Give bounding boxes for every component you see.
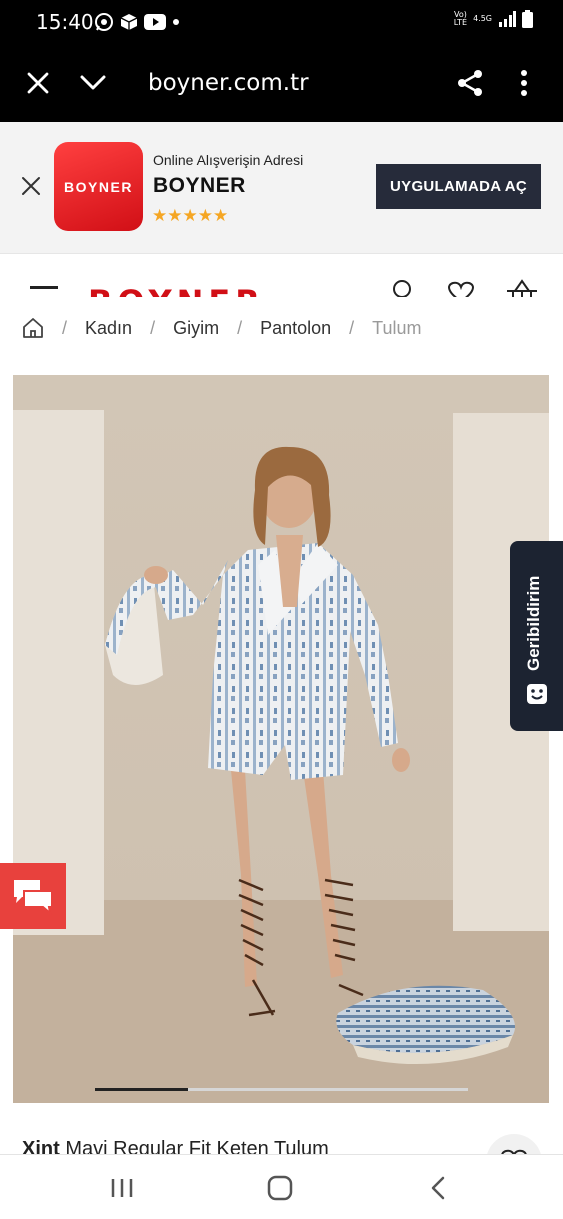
system-icons: Vo) LTE 4.5G [454, 10, 533, 28]
url-text[interactable]: boyner.com.tr [148, 70, 309, 96]
product-photo [13, 375, 549, 1103]
home-icon[interactable] [22, 317, 44, 339]
browser-toolbar: boyner.com.tr [0, 44, 563, 122]
banner-subtitle: Online Alışverişin Adresi [153, 152, 304, 168]
breadcrumb-current: Tulum [372, 317, 422, 338]
basket-icon[interactable] [505, 279, 539, 297]
breadcrumb-separator: / [237, 317, 243, 338]
product-image[interactable] [13, 375, 549, 1103]
feedback-label: Geribildirim [524, 575, 543, 671]
app-logo-text: BOYNER [64, 178, 133, 195]
breadcrumb-item-pantolon[interactable]: Pantolon [260, 318, 331, 339]
user-icon[interactable] [390, 279, 414, 297]
site-header: BOYNER [0, 255, 563, 297]
signal-icon [499, 11, 516, 27]
status-bar: 15:40 Vo) LTE 4.5G [0, 0, 563, 44]
battery-icon [522, 10, 533, 28]
collapse-button[interactable] [76, 66, 110, 100]
more-options-button[interactable] [507, 66, 541, 100]
status-time: 15:40 [36, 10, 94, 34]
share-icon [458, 70, 482, 96]
site-logo[interactable]: BOYNER [88, 283, 265, 297]
dot-icon [173, 19, 179, 25]
close-icon [27, 72, 49, 94]
banner-app-name: BOYNER [153, 174, 246, 197]
app-install-banner: BOYNER Online Alışverişin Adresi BOYNER … [0, 122, 563, 254]
back-icon [431, 1176, 445, 1200]
recent-apps-button[interactable] [107, 1173, 137, 1203]
breadcrumb: / Kadın / Giyim / Pantolon / Tulum [22, 314, 422, 342]
feedback-tab[interactable]: Geribildirim [510, 541, 563, 731]
heart-icon[interactable] [444, 279, 478, 297]
notification-icons [94, 12, 180, 32]
carousel-progress [95, 1088, 468, 1091]
app-logo: BOYNER [54, 142, 143, 231]
banner-close-button[interactable] [20, 175, 44, 199]
smile-icon [527, 684, 547, 704]
breadcrumb-separator: / [62, 317, 68, 338]
volte-indicator: Vo) LTE [453, 10, 468, 27]
back-button[interactable] [423, 1173, 453, 1203]
home-button[interactable] [265, 1173, 295, 1203]
chevron-down-icon [80, 75, 106, 90]
chat-icon [14, 880, 53, 915]
rating-stars: ★★★★★ [152, 206, 229, 226]
whatsapp-icon [95, 13, 113, 31]
home-nav-icon [267, 1175, 293, 1201]
youtube-icon [144, 14, 166, 30]
system-nav-bar [0, 1154, 563, 1219]
menu-icon[interactable] [30, 286, 58, 289]
package-icon [120, 14, 138, 30]
chat-button[interactable] [0, 863, 66, 929]
breadcrumb-separator: / [150, 317, 156, 338]
recent-apps-icon [111, 1179, 133, 1197]
carousel-progress-fill [95, 1088, 189, 1091]
open-in-app-button[interactable]: UYGULAMADA AÇ [376, 164, 541, 209]
breadcrumb-item-kadin[interactable]: Kadın [85, 318, 132, 339]
network-type: 4.5G [473, 14, 492, 23]
share-button[interactable] [453, 66, 487, 100]
more-vertical-icon [521, 70, 527, 96]
close-tab-button[interactable] [21, 66, 55, 100]
breadcrumb-separator: / [349, 317, 355, 338]
breadcrumb-item-giyim[interactable]: Giyim [173, 318, 219, 339]
close-icon [22, 177, 40, 195]
